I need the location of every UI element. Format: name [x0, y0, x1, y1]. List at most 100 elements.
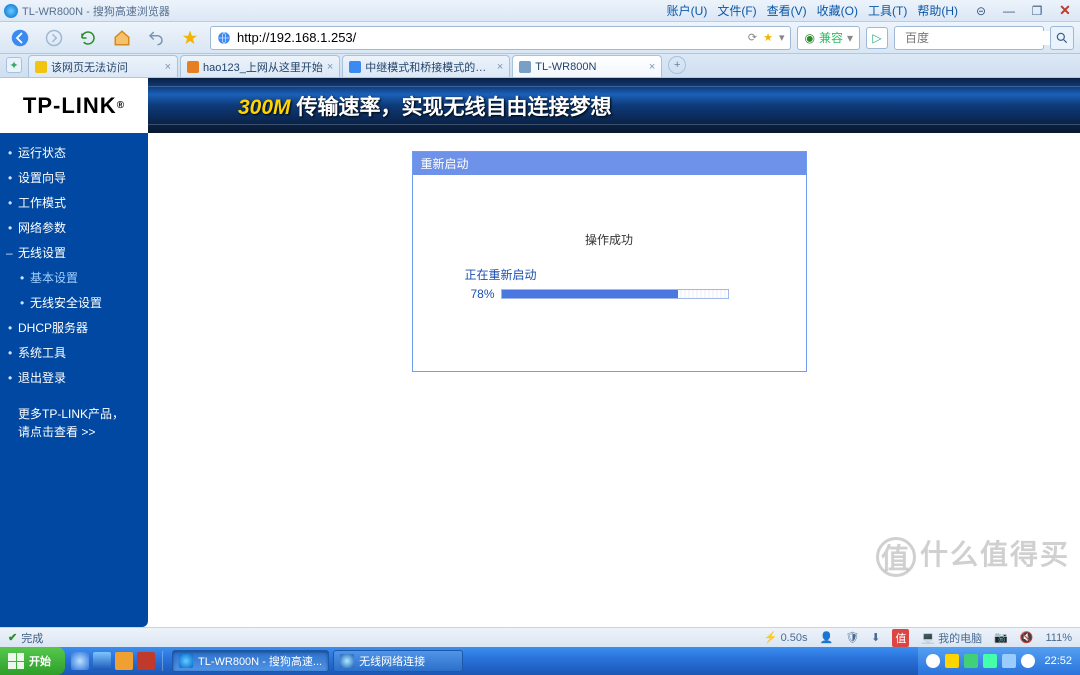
windows-taskbar: 开始 TL-WR800N - 搜狗高速... 无线网络连接 22:52 — [0, 647, 1080, 675]
ql-icon-1[interactable] — [71, 652, 89, 670]
ql-icon-3[interactable] — [115, 652, 133, 670]
progress-percent: 78% — [465, 287, 495, 301]
minimize-button[interactable]: — — [998, 3, 1020, 19]
tray-icon-3[interactable] — [964, 654, 978, 668]
browser-toolbar: ⟳ ★ ▾ ◉ 兼容 ▾ ▷ — [0, 22, 1080, 54]
compat-mode-button[interactable]: ◉ 兼容 ▾ — [797, 26, 860, 50]
star-icon[interactable]: ★ — [763, 31, 773, 44]
more-line1: 更多TP-LINK产品， — [18, 405, 138, 423]
clock[interactable]: 22:52 — [1044, 655, 1072, 667]
menu-help[interactable]: 帮助(H) — [917, 2, 958, 19]
screenshot-icon[interactable]: 📷 — [994, 631, 1008, 644]
tab-label: TL-WR800N — [535, 61, 645, 73]
sidebar-item-security[interactable]: 无线安全设置 — [0, 291, 148, 316]
tab-close-icon[interactable]: × — [649, 61, 655, 73]
favicon-icon — [349, 61, 361, 73]
task-icon — [340, 654, 354, 668]
done-label: 完成 — [21, 630, 43, 646]
taskbar-app-1[interactable]: 无线网络连接 — [333, 650, 463, 672]
search-bar[interactable] — [894, 26, 1044, 50]
start-button[interactable]: 开始 — [0, 647, 65, 675]
sidebar-item-wireless[interactable]: 无线设置 — [0, 241, 148, 266]
tab-1[interactable]: hao123_上网从这里开始× — [180, 55, 340, 77]
app-icon — [4, 4, 18, 18]
sidebar: 运行状态 设置向导 工作模式 网络参数 无线设置 基本设置 无线安全设置 DHC… — [0, 133, 148, 627]
tab-close-icon[interactable]: × — [497, 61, 503, 73]
address-bar[interactable]: ⟳ ★ ▾ — [210, 26, 791, 50]
menu-account[interactable]: 账户(U) — [667, 2, 708, 19]
search-input[interactable] — [905, 31, 1060, 45]
url-input[interactable] — [237, 30, 742, 45]
zoom-level[interactable]: 111% — [1045, 632, 1072, 644]
menu-favorites[interactable]: 收藏(O) — [817, 2, 858, 19]
progress-row: 78% — [465, 287, 786, 301]
compat-label: 兼容 — [819, 29, 843, 46]
menu-tools[interactable]: 工具(T) — [868, 2, 907, 19]
banner-text: 传输速率，实现无线自由连接梦想 — [297, 96, 612, 119]
favicon-icon — [187, 61, 199, 73]
sidebar-item-logout[interactable]: 退出登录 — [0, 366, 148, 391]
taskbar-app-0[interactable]: TL-WR800N - 搜狗高速... — [172, 650, 329, 672]
tab-close-icon[interactable]: × — [327, 61, 333, 73]
search-button[interactable] — [1050, 26, 1074, 50]
banner-300m: 300M — [238, 96, 291, 119]
mute-icon[interactable]: 🔇 — [1020, 631, 1034, 644]
tray-icon-6[interactable] — [1021, 654, 1035, 668]
new-tab-square-button[interactable]: ✦ — [6, 57, 22, 73]
home-button[interactable] — [108, 25, 136, 51]
system-tray: 22:52 — [918, 647, 1080, 675]
back-button[interactable] — [6, 25, 34, 51]
tray-icon-4[interactable] — [983, 654, 997, 668]
sidebar-more[interactable]: 更多TP-LINK产品， 请点击查看 >> — [0, 391, 148, 441]
router-banner: TP-LINK® 300M 传输速率，实现无线自由连接梦想 — [0, 78, 1080, 133]
task-label: TL-WR800N - 搜狗高速... — [198, 653, 322, 669]
speed-indicator: ⚡0.50s — [764, 631, 808, 644]
success-message: 操作成功 — [433, 231, 786, 248]
tray-icon-1[interactable] — [926, 654, 940, 668]
sidebar-item-dhcp[interactable]: DHCP服务器 — [0, 316, 148, 341]
maximize-button[interactable]: ❐ — [1026, 3, 1048, 19]
tray-icon-2[interactable] — [945, 654, 959, 668]
sidebar-item-network[interactable]: 网络参数 — [0, 216, 148, 241]
tab-label: 该网页无法访问 — [51, 59, 161, 75]
tab-2[interactable]: 中继模式和桥接模式的区...× — [342, 55, 510, 77]
banner-slogan: 300M 传输速率，实现无线自由连接梦想 — [148, 78, 1080, 133]
content-area: 重新启动 操作成功 正在重新启动 78% — [148, 133, 1070, 627]
tray-icon-5[interactable] — [1002, 654, 1016, 668]
dash-button[interactable]: ⊝ — [970, 3, 992, 19]
my-computer[interactable]: 💻 我的电脑 — [921, 630, 982, 646]
shield-icon[interactable]: 🛡 — [845, 631, 859, 644]
globe-icon — [217, 31, 231, 45]
window-titlebar: TL-WR800N - 搜狗高速浏览器 账户(U) 文件(F) 查看(V) 收藏… — [0, 0, 1080, 22]
sidebar-item-mode[interactable]: 工作模式 — [0, 191, 148, 216]
sidebar-item-status[interactable]: 运行状态 — [0, 141, 148, 166]
panel-title: 重新启动 — [413, 152, 806, 175]
tab-3[interactable]: TL-WR800N × — [512, 55, 662, 77]
sidebar-item-system[interactable]: 系统工具 — [0, 341, 148, 366]
add-tab-button[interactable]: + — [668, 56, 686, 74]
menu-file[interactable]: 文件(F) — [717, 2, 756, 19]
tplink-logo: TP-LINK® — [0, 78, 148, 133]
tab-0[interactable]: 该网页无法访问 × — [28, 55, 178, 77]
task-label: 无线网络连接 — [359, 653, 425, 669]
forward-button[interactable] — [40, 25, 68, 51]
dropdown-icon[interactable]: ▾ — [779, 31, 785, 44]
sidebar-item-basic[interactable]: 基本设置 — [0, 266, 148, 291]
ql-icon-2[interactable] — [93, 652, 111, 670]
go-button[interactable]: ▷ — [866, 27, 888, 49]
close-button[interactable]: ✕ — [1054, 3, 1076, 19]
sidebar-item-wizard[interactable]: 设置向导 — [0, 166, 148, 191]
zhi-badge[interactable]: 值 — [892, 629, 909, 647]
refresh-icon[interactable]: ⟳ — [748, 31, 757, 44]
router-body: 运行状态 设置向导 工作模式 网络参数 无线设置 基本设置 无线安全设置 DHC… — [0, 133, 1080, 627]
undo-button[interactable] — [142, 25, 170, 51]
menu-bar: 账户(U) 文件(F) 查看(V) 收藏(O) 工具(T) 帮助(H) — [667, 2, 958, 19]
reload-button[interactable] — [74, 25, 102, 51]
compat-icon: ◉ — [804, 31, 814, 45]
tab-close-icon[interactable]: × — [165, 61, 171, 73]
ql-icon-4[interactable] — [137, 652, 155, 670]
favorite-button[interactable] — [176, 25, 204, 51]
user-icon[interactable]: 👤 — [819, 631, 833, 644]
menu-view[interactable]: 查看(V) — [767, 2, 807, 19]
download-icon[interactable]: ⬇ — [871, 631, 880, 644]
